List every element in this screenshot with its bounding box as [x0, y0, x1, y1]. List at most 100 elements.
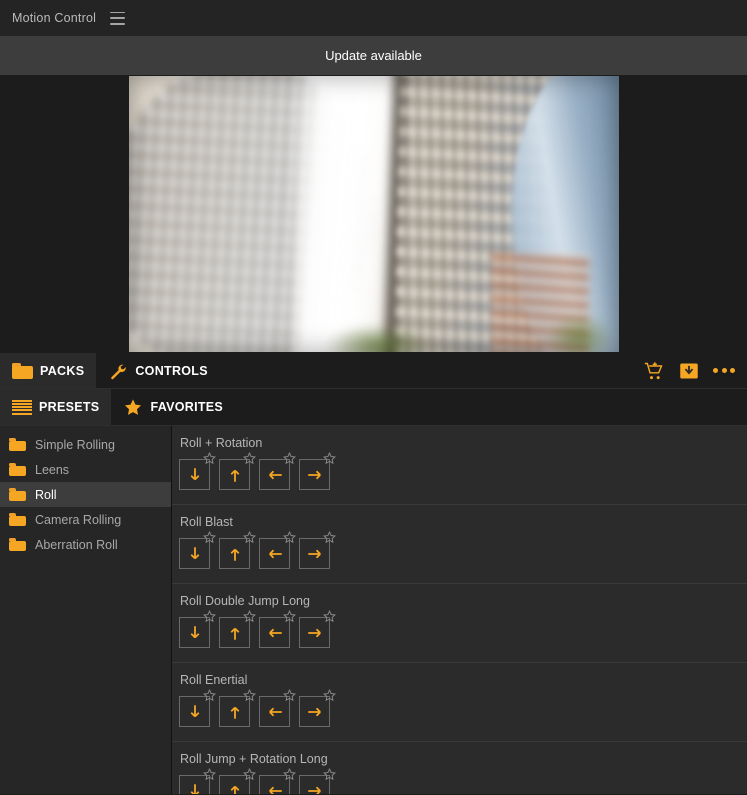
favorite-star-outline-icon: [243, 768, 256, 781]
preset-direction-buttons: [179, 452, 747, 490]
arrow-right-icon: [307, 470, 321, 479]
arrow-up-icon: [230, 548, 239, 561]
sidebar-item-label: Roll: [35, 487, 57, 502]
folder-icon: [9, 488, 26, 501]
favorite-star-outline-icon: [283, 689, 296, 702]
arrow-right-icon: [307, 786, 321, 794]
sidebar-item-simple-rolling[interactable]: Simple Rolling: [0, 432, 171, 457]
favorite-star-outline-icon: [243, 689, 256, 702]
sidebar-item-camera-rolling[interactable]: Camera Rolling: [0, 507, 171, 532]
arrow-up-icon: [230, 627, 239, 640]
favorite-star-outline-icon: [283, 768, 296, 781]
arrow-down-icon: [190, 783, 199, 794]
favorite-star-outline-icon: [323, 768, 336, 781]
preset-direction-buttons: [179, 768, 747, 794]
preset-direction-up-button[interactable]: [219, 610, 256, 648]
preset-direction-right-button[interactable]: [299, 531, 336, 569]
preset-row: Roll Double Jump Long: [172, 584, 747, 663]
favorite-star-outline-icon: [323, 610, 336, 623]
preset-direction-left-button[interactable]: [259, 452, 296, 490]
arrow-left-icon: [268, 470, 282, 479]
arrow-right-icon: [307, 628, 321, 637]
preset-title: Roll + Rotation: [180, 436, 263, 450]
preset-direction-down-button[interactable]: [179, 531, 216, 569]
arrow-up-icon: [230, 706, 239, 719]
arrow-left-icon: [268, 786, 282, 794]
update-available-banner[interactable]: Update available: [0, 36, 747, 75]
preset-direction-buttons: [179, 610, 747, 648]
app-title: Motion Control: [12, 11, 97, 25]
update-banner-label: Update available: [325, 48, 422, 63]
sidebar-item-leens[interactable]: Leens: [0, 457, 171, 482]
preset-direction-up-button[interactable]: [219, 689, 256, 727]
preview-vignette: [129, 76, 619, 352]
preset-list[interactable]: Roll + Rotation Roll Blast Roll Double J…: [172, 426, 747, 794]
arrow-down-icon: [190, 546, 199, 559]
preset-direction-up-button[interactable]: [219, 531, 256, 569]
tab-favorites-label: FAVORITES: [150, 400, 224, 414]
favorite-star-outline-icon: [243, 531, 256, 544]
tab-packs-label: PACKS: [40, 363, 85, 378]
preset-direction-right-button[interactable]: [299, 610, 336, 648]
folder-icon: [9, 513, 26, 526]
preset-direction-buttons: [179, 531, 747, 569]
arrow-down-icon: [190, 704, 199, 717]
sidebar-item-label: Aberration Roll: [35, 537, 118, 552]
preset-direction-left-button[interactable]: [259, 610, 296, 648]
arrow-left-icon: [268, 707, 282, 716]
preset-row: Roll Enertial: [172, 663, 747, 742]
sidebar-item-aberration-roll[interactable]: Aberration Roll: [0, 532, 171, 557]
list-icon: [12, 399, 32, 415]
preset-direction-right-button[interactable]: [299, 452, 336, 490]
title-bar: Motion Control: [0, 0, 747, 36]
preset-direction-up-button[interactable]: [219, 452, 256, 490]
preset-direction-left-button[interactable]: [259, 531, 296, 569]
toolbar-actions: [643, 353, 747, 388]
tab-favorites[interactable]: FAVORITES: [111, 389, 235, 425]
download-box-icon[interactable]: [678, 361, 700, 381]
tab-packs[interactable]: PACKS: [0, 353, 97, 388]
preset-direction-down-button[interactable]: [179, 689, 216, 727]
favorite-star-outline-icon: [203, 452, 216, 465]
preset-direction-down-button[interactable]: [179, 610, 216, 648]
arrow-up-icon: [230, 785, 239, 794]
preset-row: Roll Jump + Rotation Long: [172, 742, 747, 794]
tab-bar-spacer: [220, 353, 643, 388]
preset-direction-left-button[interactable]: [259, 768, 296, 794]
preset-title: Roll Jump + Rotation Long: [180, 752, 328, 766]
preset-row: Roll Blast: [172, 505, 747, 584]
arrow-right-icon: [307, 707, 321, 716]
folder-icon: [12, 362, 33, 379]
favorite-star-outline-icon: [243, 452, 256, 465]
arrow-right-icon: [307, 549, 321, 558]
preset-direction-down-button[interactable]: [179, 768, 216, 794]
sidebar-item-roll[interactable]: Roll: [0, 482, 171, 507]
cart-icon[interactable]: [643, 361, 665, 381]
favorite-star-outline-icon: [323, 452, 336, 465]
preset-direction-down-button[interactable]: [179, 452, 216, 490]
sidebar-item-label: Simple Rolling: [35, 437, 115, 452]
folder-icon: [9, 438, 26, 451]
hamburger-menu-icon[interactable]: [110, 11, 126, 25]
content-body: Simple Rolling Leens Roll Camera Rolling…: [0, 426, 747, 794]
preset-direction-left-button[interactable]: [259, 689, 296, 727]
arrow-left-icon: [268, 549, 282, 558]
preset-direction-up-button[interactable]: [219, 768, 256, 794]
tab-controls-label: CONTROLS: [135, 363, 208, 378]
favorite-star-outline-icon: [323, 531, 336, 544]
more-options-icon[interactable]: [713, 368, 735, 373]
favorite-star-outline-icon: [203, 768, 216, 781]
sidebar-item-label: Leens: [35, 462, 70, 477]
video-preview[interactable]: [128, 76, 619, 352]
main-tab-bar: PACKS CONTROLS: [0, 353, 747, 389]
preset-direction-right-button[interactable]: [299, 689, 336, 727]
tab-controls[interactable]: CONTROLS: [96, 353, 220, 388]
pack-sidebar: Simple Rolling Leens Roll Camera Rolling…: [0, 426, 172, 794]
preset-direction-buttons: [179, 689, 747, 727]
arrow-left-icon: [268, 628, 282, 637]
preset-direction-right-button[interactable]: [299, 768, 336, 794]
arrow-down-icon: [190, 625, 199, 638]
tab-presets[interactable]: PRESETS: [0, 389, 112, 425]
favorite-star-outline-icon: [323, 689, 336, 702]
favorite-star-outline-icon: [283, 610, 296, 623]
